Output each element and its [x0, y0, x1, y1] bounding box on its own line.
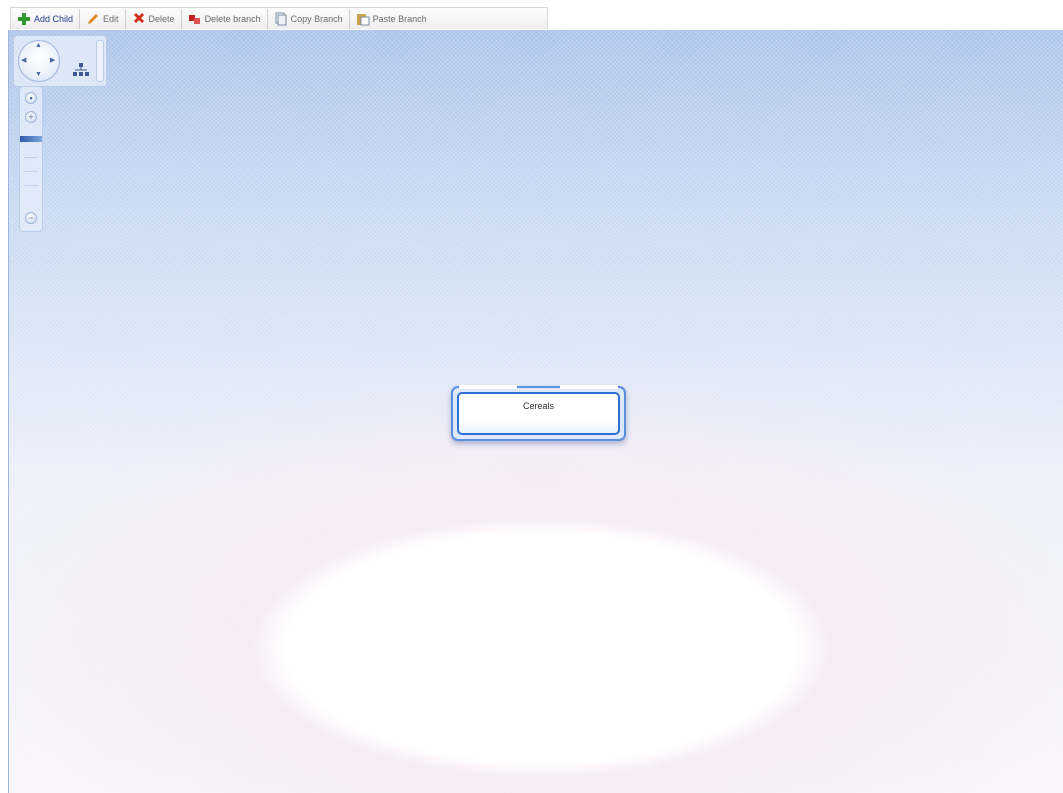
paste-branch-label: Paste Branch [372, 13, 427, 24]
tree-layout-icon[interactable] [72, 62, 90, 78]
pan-down-icon[interactable]: ▼ [35, 71, 42, 78]
pan-wheel-icon[interactable]: ▲ ▼ ◀ ▶ [18, 40, 60, 82]
add-child-button[interactable]: Add Child [11, 8, 81, 29]
x-icon [133, 12, 144, 23]
pan-panel-handle[interactable] [96, 40, 104, 82]
pencil-icon [88, 13, 99, 24]
copy-branch-button[interactable]: Copy Branch [268, 8, 350, 29]
node-top-cap [560, 385, 618, 389]
fit-view-icon[interactable]: ▪ [25, 92, 37, 104]
delete-branch-label: Delete branch [204, 13, 261, 24]
mindmap-node-root[interactable]: Cereals [451, 385, 626, 441]
plus-icon [18, 12, 30, 25]
edit-button[interactable]: Edit [80, 8, 126, 29]
pan-left-icon[interactable]: ◀ [21, 56, 26, 64]
zoom-tick [24, 185, 38, 186]
zoom-tick [24, 171, 38, 172]
node-label: Cereals [522, 401, 554, 411]
zoom-bar: ▪ + − [19, 86, 43, 232]
zoom-out-icon[interactable]: − [25, 212, 37, 224]
toolbar-strip: Add Child Edit Delete Delete branch Copy… [10, 7, 548, 29]
copy-branch-label: Copy Branch [290, 13, 343, 24]
pan-up-icon[interactable]: ▲ [35, 42, 42, 49]
toolbar: Add Child Edit Delete Delete branch Copy… [0, 0, 1063, 30]
paste-branch-button[interactable]: Paste Branch [350, 9, 433, 29]
delete-branch-button[interactable]: Delete branch [182, 8, 268, 29]
copy-icon [275, 12, 287, 25]
zoom-slider-thumb[interactable] [20, 136, 42, 142]
delete-button[interactable]: Delete [126, 8, 182, 29]
node-top-cap [459, 385, 517, 389]
delete-label: Delete [148, 13, 175, 24]
edit-label: Edit [103, 13, 119, 24]
pan-control: ▲ ▼ ◀ ▶ [13, 35, 107, 87]
node-body: Cereals [457, 392, 620, 435]
zoom-tick [24, 157, 38, 158]
delete-branch-icon [188, 14, 200, 24]
pan-right-icon[interactable]: ▶ [50, 56, 55, 64]
paste-icon [356, 13, 370, 25]
zoom-in-icon[interactable]: + [25, 111, 37, 123]
add-child-label: Add Child [34, 13, 74, 24]
